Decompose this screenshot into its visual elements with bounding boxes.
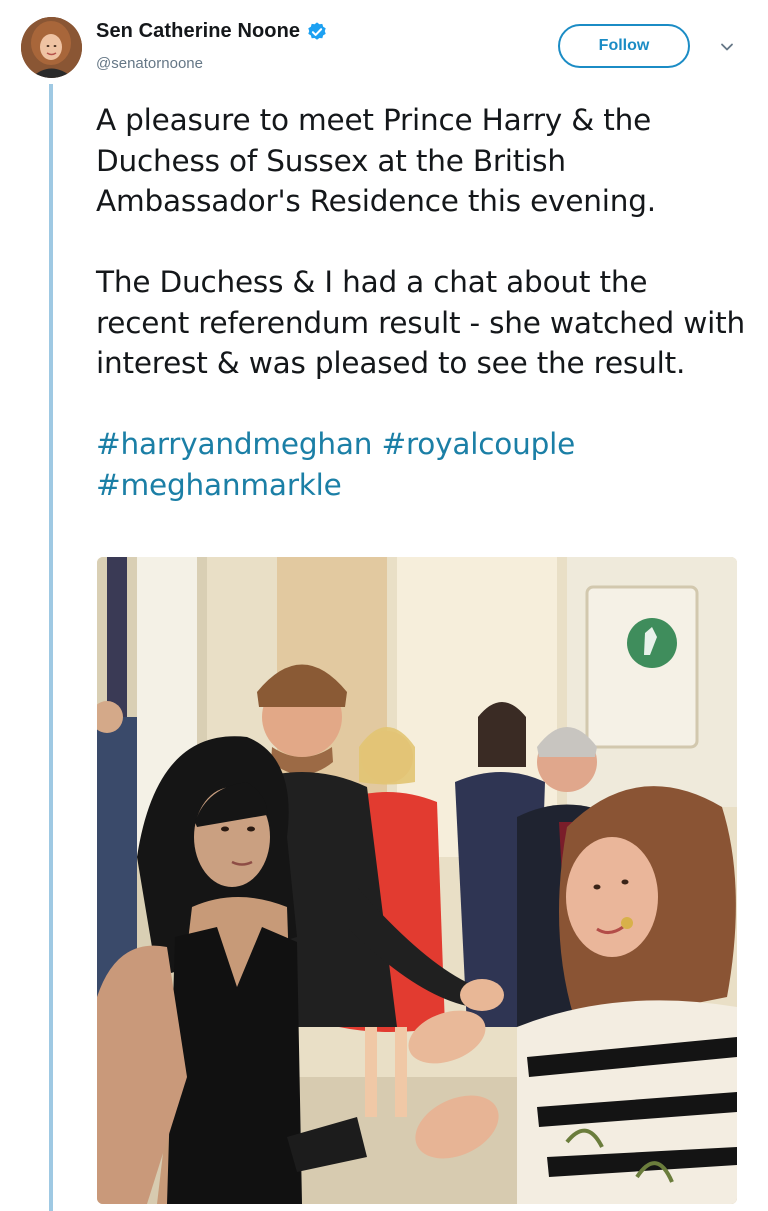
author-handle[interactable]: @senatornoone — [96, 55, 203, 72]
tweet-paragraph-1: A pleasure to meet Prince Harry & the Du… — [96, 103, 661, 218]
verified-badge-icon — [306, 21, 328, 43]
tweet-text: A pleasure to meet Prince Harry & the Du… — [96, 100, 746, 505]
hashtag-list: #harryandmeghan #royalcouple #meghanmark… — [96, 424, 746, 505]
hashtag-link[interactable]: #harryandmeghan — [96, 427, 372, 461]
chevron-down-icon[interactable] — [718, 38, 736, 56]
thread-line — [49, 84, 53, 1211]
author-name-row: Sen Catherine Noone — [96, 20, 328, 43]
avatar[interactable] — [21, 17, 82, 78]
hashtag-link[interactable]: #meghanmarkle — [96, 468, 342, 502]
hashtag-link[interactable]: #royalcouple — [381, 427, 575, 461]
author-display-name[interactable]: Sen Catherine Noone — [96, 20, 300, 43]
follow-button[interactable]: Follow — [558, 24, 690, 68]
tweet-photo[interactable] — [97, 557, 737, 1204]
tweet-paragraph-2: The Duchess & I had a chat about the rec… — [96, 265, 755, 380]
